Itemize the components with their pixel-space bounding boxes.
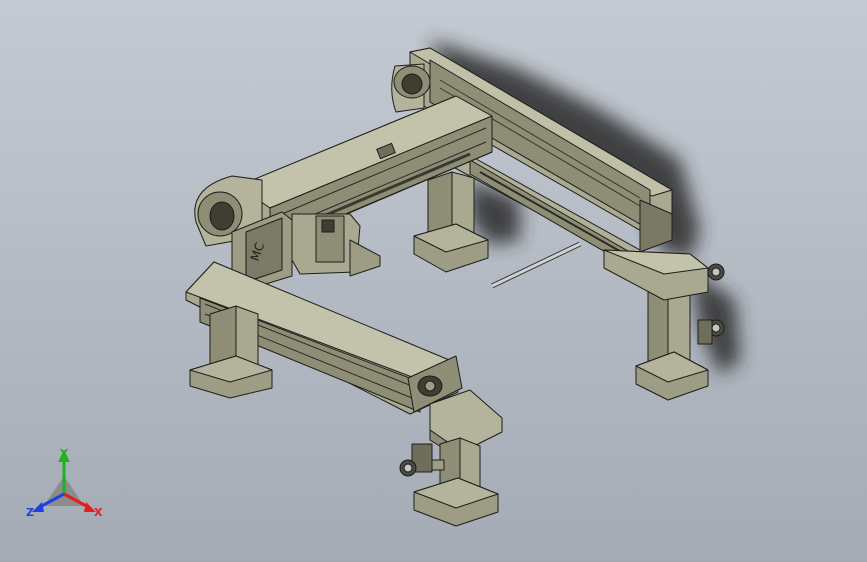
y-axis-label: Y <box>59 447 69 460</box>
gantry-model[interactable]: MC <box>0 0 867 562</box>
cad-viewport[interactable]: MC Y X Z <box>0 0 867 562</box>
z-axis-label: Z <box>26 506 34 519</box>
guide-rod[interactable] <box>490 241 582 289</box>
rear-right-column[interactable] <box>603 249 709 401</box>
orientation-triad[interactable]: Y X Z <box>24 446 108 526</box>
rear-cable-carrier[interactable] <box>391 63 431 113</box>
front-valve[interactable] <box>399 443 445 477</box>
x-axis-label: X <box>94 506 103 519</box>
